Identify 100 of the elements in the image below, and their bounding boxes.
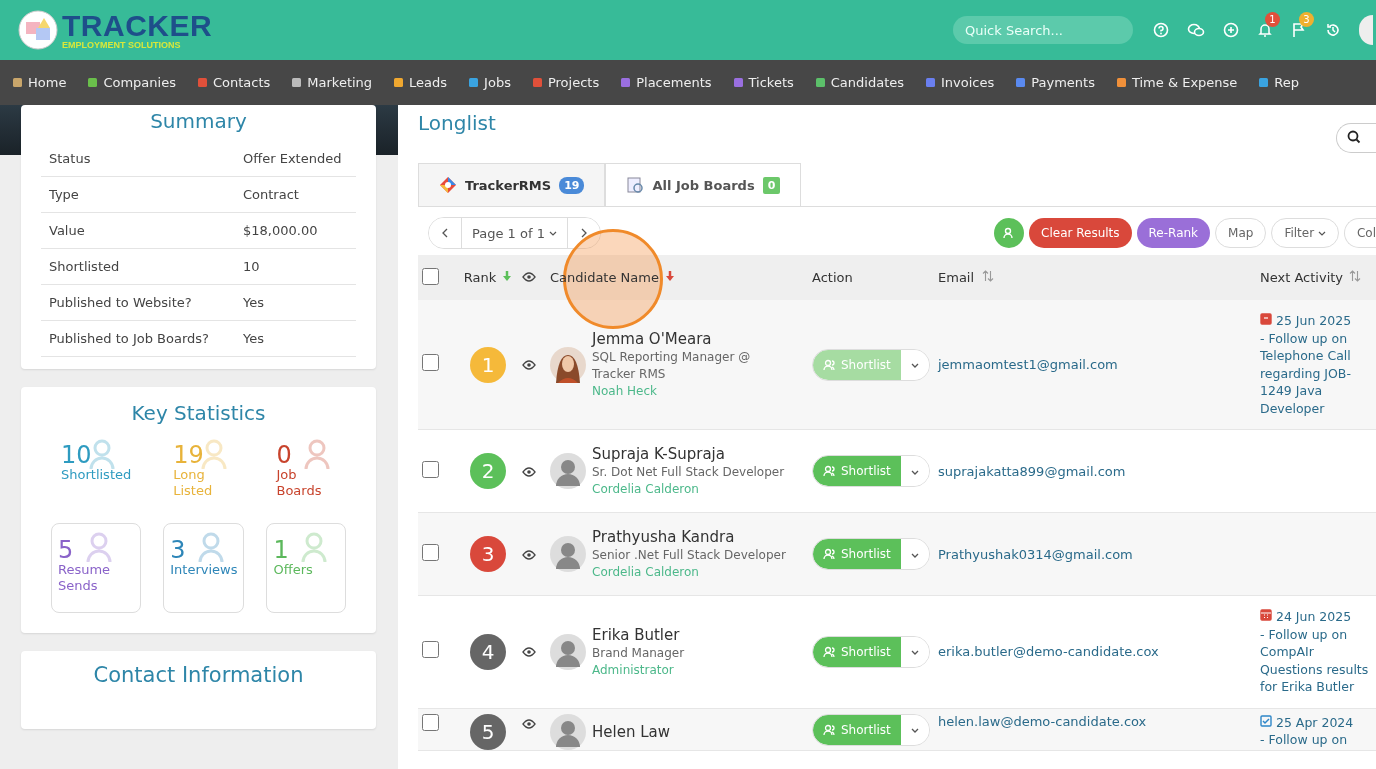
nav-item[interactable]: Companies bbox=[88, 75, 176, 90]
row-checkbox[interactable] bbox=[422, 641, 439, 659]
logo-subtitle: EMPLOYMENT SOLUTIONS bbox=[62, 40, 182, 50]
help-icon[interactable] bbox=[1153, 22, 1169, 38]
row-checkbox[interactable] bbox=[422, 543, 439, 561]
stat-count: 19 bbox=[173, 443, 204, 467]
shortlist-all-button[interactable] bbox=[994, 218, 1025, 248]
nav-item[interactable]: Projects bbox=[532, 75, 600, 90]
stat-count: 1 bbox=[273, 538, 289, 562]
logo-title: TRACKER bbox=[62, 10, 213, 41]
rank-badge: 4 bbox=[470, 633, 506, 670]
document-icon bbox=[626, 176, 645, 194]
chevron-down-icon bbox=[910, 552, 919, 559]
stat-label: Offers bbox=[273, 562, 313, 578]
chat-icon[interactable] bbox=[1187, 22, 1205, 38]
chevron-down-icon bbox=[1317, 230, 1326, 237]
column-header[interactable]: Email bbox=[938, 270, 975, 285]
field-label: Published to Website? bbox=[49, 295, 193, 310]
sort-icon bbox=[1349, 270, 1362, 282]
card-title: Summary bbox=[149, 109, 248, 133]
stat-label: Long Listed bbox=[173, 467, 213, 499]
candidate-name[interactable]: Prathyusha Kandra bbox=[592, 527, 792, 547]
rank-badge: 3 bbox=[470, 536, 506, 572]
nav-item[interactable]: Contacts bbox=[197, 75, 271, 90]
email-link[interactable]: helen.law@demo-candidate.cox bbox=[938, 713, 1147, 729]
page-dropdown[interactable]: Page 1 of 1 bbox=[461, 218, 569, 248]
stat-label: Interviews bbox=[170, 562, 238, 578]
search-field[interactable]: Quick Search... bbox=[953, 16, 1133, 44]
stat-count: 3 bbox=[170, 538, 186, 562]
activity-date[interactable]: 24 Jun 2025 bbox=[1260, 608, 1370, 626]
candidate-title: Sr. Dot Net Full Stack Developer bbox=[592, 464, 786, 481]
activity-description: - Follow up on bbox=[1260, 731, 1349, 749]
tab[interactable]: TrackerRMS 19 bbox=[418, 163, 606, 206]
email-link[interactable]: Prathyushak0314@gmail.com bbox=[938, 546, 1133, 562]
nav-item[interactable]: Placements bbox=[621, 75, 712, 90]
rank-badge: 5 bbox=[470, 713, 506, 750]
eye-icon bbox=[522, 272, 536, 282]
map-button[interactable]: Map bbox=[1215, 218, 1267, 248]
activity-date[interactable]: 25 Apr 2024 bbox=[1260, 713, 1354, 731]
column-header[interactable]: Next Activity bbox=[1260, 270, 1344, 285]
row-checkbox[interactable] bbox=[422, 460, 439, 478]
tab[interactable]: All Job Boards 0 bbox=[605, 163, 802, 206]
candidate-title: Brand Manager bbox=[592, 644, 686, 662]
page-title: Longlist bbox=[418, 111, 496, 137]
select-all-checkbox[interactable] bbox=[422, 267, 439, 285]
card-title: Key Statistics bbox=[130, 401, 267, 425]
candidate-name[interactable]: Supraja K-Supraja bbox=[592, 444, 792, 464]
filter-button[interactable]: Filter bbox=[1271, 218, 1339, 248]
nav-item[interactable]: Leads bbox=[394, 75, 448, 90]
nav-item[interactable]: Jobs bbox=[469, 75, 511, 90]
flag-count: 3 bbox=[1299, 12, 1314, 27]
field-label: Published to Job Boards? bbox=[49, 331, 210, 346]
chevron-down-icon bbox=[910, 469, 919, 476]
candidate-name[interactable]: Helen Law bbox=[592, 721, 670, 742]
nav-item[interactable]: Marketing bbox=[292, 75, 373, 90]
field-label: Shortlisted bbox=[49, 259, 121, 274]
stat-count: 10 bbox=[61, 443, 92, 467]
stat-tile[interactable]: 3 Interviews bbox=[163, 523, 245, 613]
candidate-name[interactable]: Erika Butler bbox=[592, 624, 792, 645]
re-rank-button[interactable]: Re-Rank bbox=[1136, 218, 1211, 248]
nav-item[interactable]: Payments bbox=[1016, 75, 1095, 90]
nav-item[interactable]: Invoices bbox=[926, 75, 995, 90]
search-button[interactable] bbox=[1336, 123, 1376, 153]
dropdown-toggle[interactable] bbox=[900, 539, 929, 569]
nav-item[interactable]: Candidates bbox=[815, 75, 904, 90]
column-header[interactable]: Rank bbox=[463, 270, 497, 285]
eye-icon[interactable] bbox=[522, 360, 536, 370]
activity-description: - Follow up on CompAIr Questions results for Erika Butler bbox=[1260, 625, 1370, 696]
flag-icon[interactable] bbox=[1291, 22, 1307, 38]
history-icon[interactable] bbox=[1325, 22, 1341, 38]
nav-item[interactable]: Time & Expense bbox=[1116, 75, 1238, 90]
columns-button[interactable]: Col bbox=[1343, 218, 1376, 248]
notification-count: 1 bbox=[1265, 12, 1280, 27]
eye-icon[interactable] bbox=[522, 466, 536, 477]
clear-results-button[interactable]: Clear Results bbox=[1029, 218, 1132, 248]
column-header: Action bbox=[812, 270, 853, 285]
dropdown-toggle[interactable] bbox=[900, 349, 929, 380]
sort-arrow-icon bbox=[502, 270, 513, 282]
sort-icon bbox=[982, 270, 995, 282]
field-value: Offer Extended bbox=[243, 151, 342, 166]
eye-icon[interactable] bbox=[522, 647, 536, 658]
nav-item[interactable]: Tickets bbox=[733, 75, 794, 90]
nav-item[interactable]: Rep bbox=[1259, 75, 1300, 90]
email-link[interactable]: erika.butler@demo-candidate.cox bbox=[938, 644, 1159, 660]
chevron-right-icon bbox=[580, 227, 589, 238]
user-avatar[interactable] bbox=[1359, 15, 1373, 45]
candidate-title: Senior .Net Full Stack Developer bbox=[592, 547, 787, 564]
dropdown-toggle[interactable] bbox=[900, 714, 929, 745]
activity-description: - Follow up on Telephone Call regarding JOB-1249 Java Developer bbox=[1260, 329, 1352, 417]
email-link[interactable]: suprajakatta899@gmail.com bbox=[938, 463, 1126, 479]
nav-item[interactable]: Home bbox=[13, 75, 67, 90]
field-label: Status bbox=[49, 151, 92, 166]
eye-icon[interactable] bbox=[522, 549, 536, 560]
add-icon[interactable] bbox=[1223, 22, 1239, 38]
stat-tile[interactable]: 5 Resume Sends bbox=[51, 523, 142, 613]
eye-icon[interactable] bbox=[522, 718, 536, 729]
field-value: 10 bbox=[243, 259, 260, 274]
row-checkbox[interactable] bbox=[422, 713, 439, 731]
field-value: Yes bbox=[243, 331, 264, 346]
bell-icon[interactable] bbox=[1257, 22, 1273, 38]
